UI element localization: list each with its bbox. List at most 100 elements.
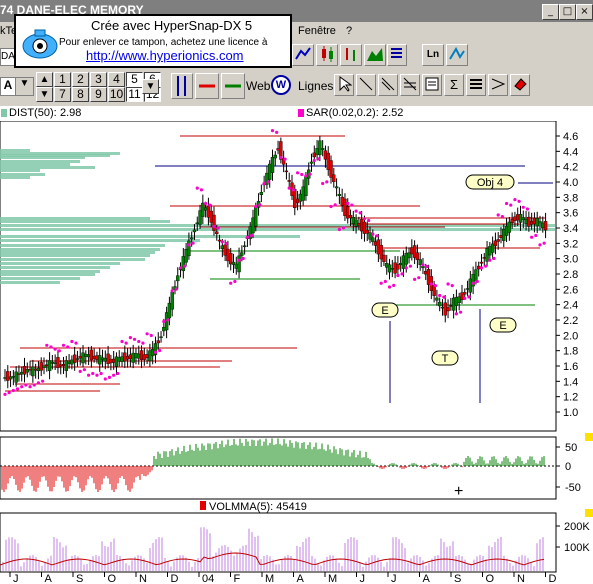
green-line-icon[interactable] [221,73,245,99]
close-icon[interactable]: × [576,4,593,20]
period-button-4[interactable]: 4 [108,72,125,87]
ln-icon[interactable]: Ln [422,44,444,66]
candle-body [50,362,55,364]
candle-body [465,288,470,290]
candle-body [123,352,127,362]
candle-body [22,366,27,375]
scale-icon[interactable] [171,73,193,99]
period-button-10[interactable]: 10 [108,87,125,102]
sar-dot [149,333,153,338]
candle-body [187,240,191,257]
stamp-link[interactable]: http://www.hyperionics.com [86,48,244,63]
candle-body [33,368,38,371]
sar-dot [250,233,254,238]
sar-dot [45,343,49,347]
candle-body [354,219,358,227]
sar-dot [258,203,262,207]
candle-body [412,245,417,258]
mode-select[interactable]: A [0,77,16,96]
arrow-icon[interactable] [488,74,508,96]
vol-panel-marker [585,509,593,517]
sar-dot [400,272,404,276]
sar-dot [237,258,241,262]
stamp-line-1: Crée avec HyperSnap-DX 5 [91,18,253,33]
sar-dot [266,180,270,184]
price-tick-label: 4.4 [563,146,578,158]
fibonacci-icon[interactable] [400,74,420,96]
menu-item-fenetre[interactable]: Fenêtre [298,25,336,37]
line-tool-icon[interactable] [356,74,376,96]
period-button-9[interactable]: 9 [90,87,107,102]
text-tool-icon[interactable] [422,74,442,96]
candle-body [220,245,225,249]
sar-label: SAR(0.02,0.2): [306,107,379,119]
red-line-icon[interactable] [195,73,219,99]
minimize-icon[interactable]: _ [542,4,559,20]
period-button-2[interactable]: 2 [72,72,89,87]
stock-chart[interactable]: 4.6 4.4 4.2 4.0 3.8 3.6 3.4 3.2 3.0 2.8 2.6 2.4 2.2 2… [0,121,593,584]
menu-item-help[interactable]: ? [346,25,352,37]
sar-dot [132,337,137,341]
candle-icon[interactable] [316,44,338,66]
diagonal-tool-icon[interactable] [378,74,398,96]
x-tick-label: F [234,573,241,584]
candle-body [231,261,236,265]
hlines-icon[interactable] [466,74,486,96]
candle-body [184,249,188,263]
candle-body [209,210,213,223]
candle-body [64,360,69,371]
period-button-8[interactable]: 8 [72,87,89,102]
scroll-up-icon[interactable]: ▲ [36,72,53,87]
volume-bars-icon[interactable] [387,44,407,66]
x-tick-label: A [423,573,431,584]
cursor-icon[interactable] [334,74,354,96]
period-button-11[interactable]: 11 [126,87,143,102]
period-dropdown-icon[interactable]: ▼ [142,79,159,94]
sar-dot [279,155,283,160]
volmma-swatch [200,501,206,510]
period-button-1[interactable]: 1 [54,72,71,87]
zigzag-icon[interactable] [446,44,468,66]
candle-body [128,354,133,360]
web-icon[interactable]: W [271,75,291,95]
sar-dot [70,339,74,344]
price-tick-label: 4.6 [563,131,578,143]
sar-dot [3,392,7,396]
sar-dot [521,205,525,209]
sar-dot [341,226,346,230]
volume-profile-bar [0,160,80,163]
candle-body [368,232,372,240]
bar-chart-icon[interactable] [340,44,362,66]
candle-body [379,244,383,260]
sar-dot [375,234,379,238]
sar-dot [383,279,387,284]
period-button-3[interactable]: 3 [90,72,107,87]
period-button-5[interactable]: 5 [126,72,143,87]
maximize-icon[interactable]: □ [559,4,576,20]
candle-body [201,202,205,217]
volume-profile-bar [0,277,80,280]
sar-dot [442,295,446,299]
mode-dropdown-icon[interactable]: ▼ [15,77,34,96]
sar-dot [191,241,195,245]
candle-body [111,358,116,363]
candle-body [67,361,71,364]
sar-dot [417,276,421,280]
candle-body [373,241,378,246]
scroll-down-icon[interactable]: ▼ [36,87,53,102]
candle-body [510,219,514,223]
eraser-icon[interactable] [510,74,530,96]
mountain-icon[interactable] [364,44,386,66]
candle-body [337,194,342,196]
sar-dot [525,207,530,211]
line-chart-icon[interactable] [292,44,314,66]
candle-body [535,217,539,227]
sar-dot [275,130,279,134]
candle-body [195,222,199,225]
x-tick-label: N [517,573,525,584]
x-tick-label: S [454,573,461,584]
sar-dot [174,287,178,291]
period-button-7[interactable]: 7 [54,87,71,102]
candle-body [446,307,450,312]
sigma-icon[interactable]: Σ [444,74,464,96]
